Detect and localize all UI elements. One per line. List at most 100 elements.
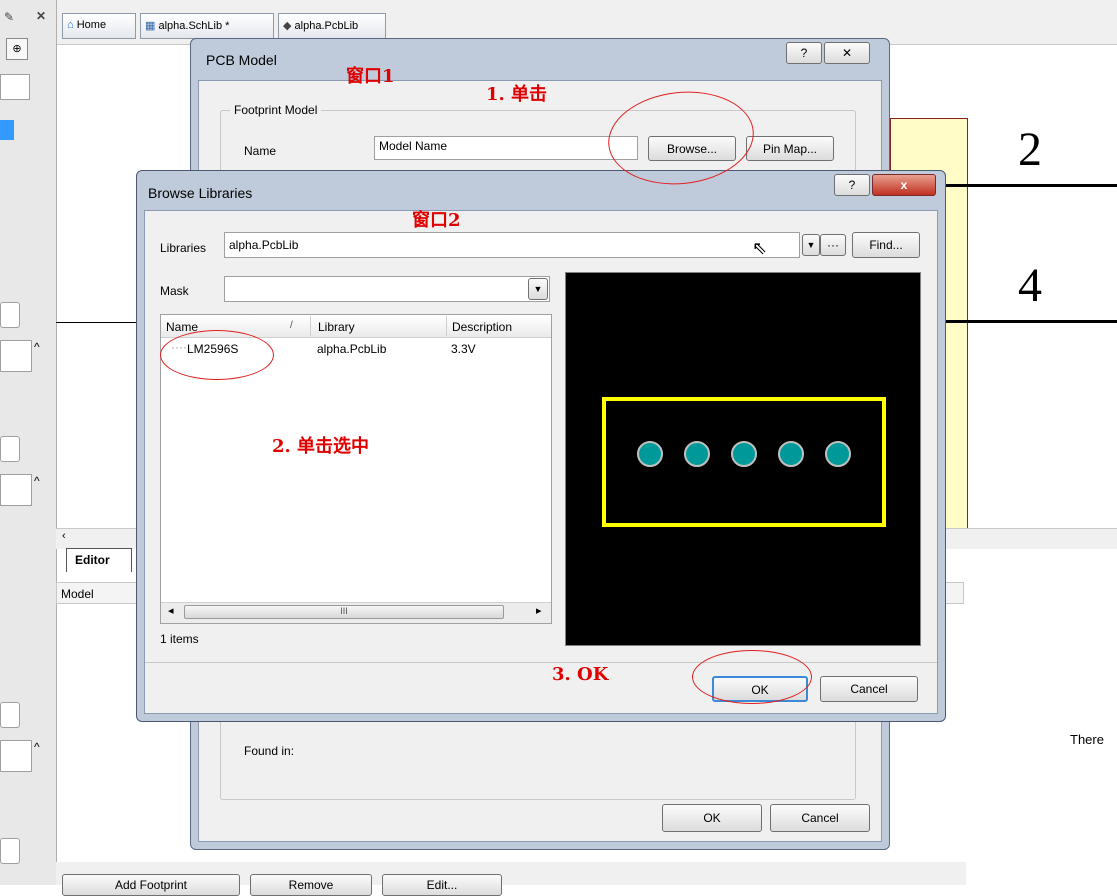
panel-pin-icon[interactable]: ✎ — [4, 10, 14, 24]
left-panel-field-6[interactable] — [0, 740, 32, 772]
scrollbar-thumb[interactable]: III — [184, 605, 504, 619]
footprint-pad — [778, 441, 804, 467]
browse-close-button[interactable]: x — [872, 174, 936, 196]
libraries-select[interactable]: alpha.PcbLib — [224, 232, 800, 258]
find-button[interactable]: Find... — [852, 232, 920, 258]
pcb-model-dialog-title: PCB Model — [206, 52, 277, 68]
footprint-model-group-label: Footprint Model — [230, 103, 322, 117]
pin-line-4 — [936, 320, 1117, 323]
libraries-label: Libraries — [160, 241, 207, 255]
pin-map-label: Pin Map... — [762, 142, 818, 156]
name-label: Name — [244, 144, 277, 158]
footprint-graphic — [602, 397, 886, 527]
column-description[interactable]: Description — [452, 320, 512, 334]
tab-home-label: Home — [76, 19, 107, 31]
browse-bottom-divider — [145, 662, 937, 663]
column-library[interactable]: Library — [318, 320, 355, 334]
dropdown-arrow-icon: ▼ — [806, 240, 816, 250]
scroll-up-icon[interactable]: ^ — [34, 340, 40, 354]
scroll-right-icon[interactable]: ▸ — [536, 604, 542, 617]
tab-home[interactable]: ⌂ Home — [62, 13, 136, 39]
mouse-cursor-icon: ⇖ — [752, 238, 768, 258]
mask-input[interactable] — [224, 276, 550, 302]
annotation-step2: 2. 单击选中 — [272, 436, 370, 457]
mask-dropdown-button[interactable]: ▼ — [528, 278, 548, 300]
left-panel-field-7[interactable] — [0, 838, 20, 864]
scroll-up-icon[interactable]: ^ — [34, 474, 40, 488]
footprint-pad — [825, 441, 851, 467]
find-label: Find... — [869, 238, 903, 252]
row-description: 3.3V — [451, 342, 476, 356]
footprint-preview — [565, 272, 921, 646]
help-icon: ? — [848, 178, 856, 192]
pin-number-2: 2 — [1018, 123, 1042, 176]
found-in-label: Found in: — [244, 744, 295, 758]
row-library: alpha.PcbLib — [317, 342, 387, 356]
browse-cancel-button[interactable]: Cancel — [820, 676, 918, 702]
truncated-text: There — [1070, 732, 1104, 747]
scroll-left-icon[interactable]: ◂ — [168, 604, 174, 617]
left-panel-selection[interactable] — [0, 120, 14, 140]
tab-editor[interactable]: Editor — [66, 548, 132, 572]
annotation-step1: 1. 单击 — [486, 84, 548, 105]
remove-label: Remove — [288, 878, 334, 892]
highlight-circle-item — [160, 330, 274, 380]
left-panel-field-1[interactable] — [0, 302, 20, 328]
annotation-window1: 窗口1 — [346, 66, 395, 87]
highlight-circle-ok — [692, 650, 812, 704]
footprint-pad — [684, 441, 710, 467]
pcb-model-ok-label: OK — [703, 811, 721, 825]
scrollbar-grip: III — [340, 606, 348, 616]
pcb-model-help-button[interactable]: ? — [786, 42, 822, 64]
libraries-more-button[interactable]: ··· — [820, 234, 846, 256]
browse-help-button[interactable]: ? — [834, 174, 870, 196]
left-panel-field-2[interactable] — [0, 340, 32, 372]
schlib-icon: ▦ — [145, 20, 156, 32]
sort-icon: / — [290, 320, 293, 331]
footprint-pad — [637, 441, 663, 467]
pcb-model-ok-button[interactable]: OK — [662, 804, 762, 832]
left-panel-field-5[interactable] — [0, 702, 20, 728]
pcb-model-close-button[interactable]: ✕ — [824, 42, 870, 64]
footprint-pad — [731, 441, 757, 467]
close-icon: x — [900, 178, 908, 192]
add-footprint-label: Add Footprint — [114, 878, 188, 892]
remove-button[interactable]: Remove — [250, 874, 372, 896]
model-name-input[interactable]: Model Name — [374, 136, 638, 160]
mask-label: Mask — [160, 284, 189, 298]
left-wire — [56, 322, 136, 323]
scroll-left-icon[interactable]: ‹ — [62, 530, 66, 542]
pcb-model-cancel-label: Cancel — [801, 811, 839, 825]
browse-cancel-label: Cancel — [850, 682, 888, 696]
column-divider — [446, 316, 447, 336]
edit-label: Edit... — [426, 878, 458, 892]
scroll-up-icon[interactable]: ^ — [34, 740, 40, 754]
libraries-dropdown-button[interactable]: ▼ — [802, 234, 820, 256]
left-panel-field-3[interactable] — [0, 436, 20, 462]
pcblib-icon: ◆ — [283, 20, 292, 32]
tab-schlib-label: alpha.SchLib * — [158, 20, 230, 32]
zoom-icon[interactable]: ⊕ — [6, 38, 28, 60]
annotation-step3: 3. OK — [552, 664, 609, 685]
edit-button[interactable]: Edit... — [382, 874, 502, 896]
pin-line-2 — [936, 184, 1117, 187]
pin-number-4: 4 — [1018, 259, 1042, 312]
home-icon: ⌂ — [67, 19, 74, 31]
column-divider — [310, 316, 311, 336]
panel-close-icon[interactable]: ✕ — [36, 9, 46, 23]
tab-pcblib[interactable]: ◆ alpha.PcbLib — [278, 13, 386, 39]
annotation-window2: 窗口2 — [412, 210, 461, 231]
add-footprint-button[interactable]: Add Footprint — [62, 874, 240, 896]
help-icon: ? — [800, 46, 808, 60]
dropdown-arrow-icon: ▼ — [533, 284, 543, 294]
left-panel-box[interactable] — [0, 74, 30, 100]
browse-libraries-title: Browse Libraries — [148, 185, 253, 201]
pin-map-button[interactable]: Pin Map... — [746, 136, 834, 161]
left-panel-field-4[interactable] — [0, 474, 32, 506]
more-label: ··· — [827, 238, 839, 252]
tab-schlib[interactable]: ▦ alpha.SchLib * — [140, 13, 274, 39]
close-icon: ✕ — [841, 46, 853, 60]
pcb-model-cancel-button[interactable]: Cancel — [770, 804, 870, 832]
items-count: 1 items — [160, 632, 199, 646]
tab-pcblib-label: alpha.PcbLib — [294, 20, 359, 32]
